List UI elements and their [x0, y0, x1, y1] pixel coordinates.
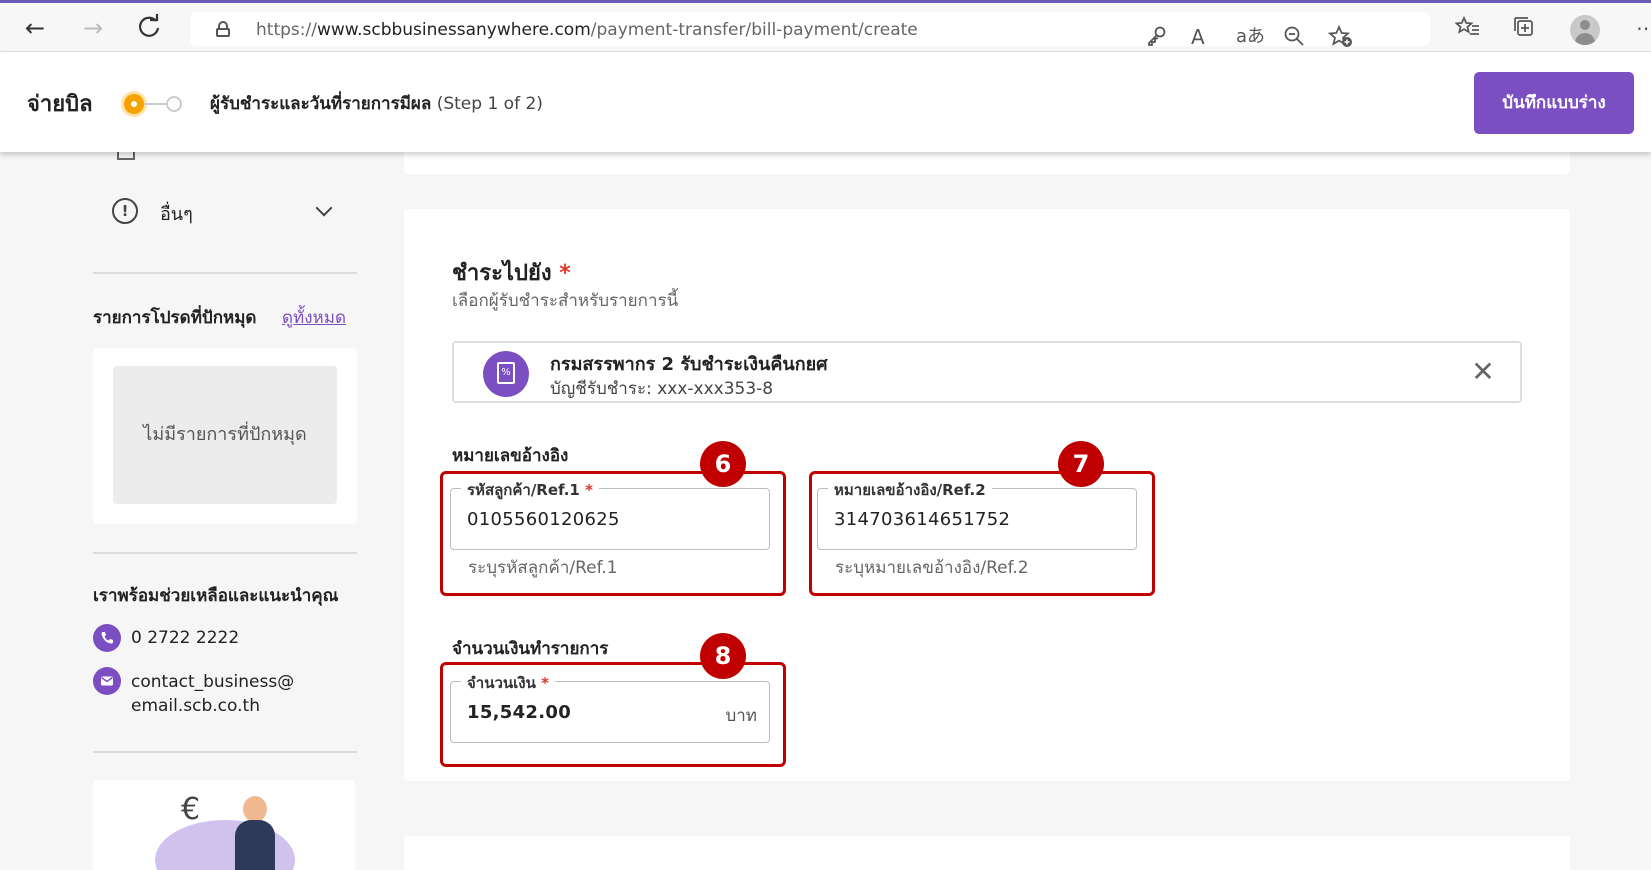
required-mark: * [559, 261, 571, 286]
refresh-icon[interactable] [134, 13, 164, 43]
email-address[interactable]: contact_business@ email.scb.co.th [131, 670, 294, 718]
amount-section-title: จำนวนเงินทำรายการ [452, 639, 609, 659]
step-label: ผู้รับชำระและวันที่รายการมีผล (Step 1 of… [210, 90, 543, 117]
url-scheme: https:// [256, 20, 317, 40]
chevron-down-icon[interactable] [315, 199, 333, 217]
sidebar-item-more[interactable]: ! อื่นๆ [112, 196, 360, 226]
receipt-icon: % [483, 351, 529, 397]
page-title: จ่ายบิล [27, 92, 93, 117]
pinned-card: ไม่มีรายการที่ปักหมุด [93, 348, 357, 524]
save-draft-button[interactable]: บันทึกแบบร่าง [1474, 72, 1634, 134]
annotation-badge-6: 6 [700, 441, 746, 487]
highlight-box-6 [440, 471, 786, 596]
email-line-1: contact_business@ [131, 672, 295, 692]
pinned-section-title: รายการโปรดที่ปักหมุด [93, 308, 257, 328]
person-head [243, 796, 267, 822]
person-illustration [235, 820, 275, 870]
favorite-add-icon[interactable] [1327, 24, 1354, 54]
help-title: เราพร้อมช่วยเหลือและแนะนำคุณ [93, 586, 339, 606]
pinned-empty-state: ไม่มีรายการที่ปักหมุด [113, 366, 337, 504]
pay-to-title-text: ชำระไปยัง [452, 261, 552, 286]
reference-section-title: หมายเลขอ้างอิง [452, 446, 569, 466]
step-count: (Step 1 of 2) [436, 94, 543, 114]
step-1-indicator [124, 94, 144, 114]
url-path: /payment-transfer/bill-payment/create [590, 20, 918, 40]
url-host: www.scbbusinessanywhere.com [316, 20, 591, 40]
next-section-card [404, 836, 1570, 870]
read-aloud-icon[interactable]: A [1191, 25, 1205, 49]
key-icon[interactable] [1146, 25, 1168, 52]
biller-account: บัญชีรับชำระ: xxx-xxx353-8 [550, 379, 774, 399]
zoom-out-icon[interactable] [1283, 25, 1305, 52]
lock-icon[interactable] [216, 21, 230, 37]
document-icon [117, 152, 135, 160]
annotation-badge-8: 8 [700, 633, 746, 679]
favorites-icon[interactable] [1454, 15, 1481, 43]
sidebar: ! อื่นๆ รายการโปรดที่ปักหมุด ดูทั้งหมด ไ… [0, 152, 380, 870]
info-icon: ! [112, 198, 138, 224]
annotation-badge-7: 7 [1058, 441, 1104, 487]
previous-section-card [404, 152, 1570, 174]
divider [93, 272, 357, 274]
highlight-box-7 [809, 471, 1155, 596]
progress-stepper [124, 94, 184, 114]
email-icon [93, 667, 121, 695]
address-bar[interactable]: https://www.scbbusinessanywhere.com/paym… [190, 12, 1430, 49]
step-2-indicator [166, 96, 182, 112]
promo-illustration-card: € [93, 780, 355, 870]
step-name: ผู้รับชำระและวันที่รายการมีผล [210, 94, 432, 114]
euro-icon: € [181, 792, 201, 827]
payment-details-card: ชำระไปยัง * เลือกผู้รับชำระสำหรับรายการน… [404, 209, 1570, 781]
phone-number[interactable]: 0 2722 2222 [131, 626, 239, 650]
pay-to-subtitle: เลือกผู้รับชำระสำหรับรายการนี้ [452, 291, 679, 311]
back-arrow-icon[interactable]: ← [20, 13, 50, 43]
page-body: ! อื่นๆ รายการโปรดที่ปักหมุด ดูทั้งหมด ไ… [0, 152, 1651, 870]
highlight-box-8 [440, 662, 786, 767]
view-all-link[interactable]: ดูทั้งหมด [282, 304, 346, 331]
step-connector [144, 103, 166, 105]
translate-icon[interactable]: aあ [1236, 25, 1265, 49]
profile-avatar-icon[interactable] [1570, 15, 1600, 45]
forward-arrow-icon[interactable]: → [78, 13, 108, 43]
divider [93, 751, 357, 753]
browser-toolbar: ← → https://www.scbbusinessanywhere.com/… [0, 0, 1651, 52]
divider [93, 552, 357, 554]
url-text: https://www.scbbusinessanywhere.com/paym… [256, 20, 918, 40]
biller-name: กรมสรรพากร 2 รับชำระเงินคืนกยศ [550, 354, 828, 375]
collections-icon[interactable] [1512, 16, 1536, 43]
close-icon[interactable]: ✕ [1468, 357, 1498, 387]
pay-to-title: ชำระไปยัง * [452, 255, 571, 290]
phone-icon [93, 624, 121, 652]
more-icon[interactable]: ⋯ [1636, 16, 1651, 40]
selected-biller[interactable]: % กรมสรรพากร 2 รับชำระเงินคืนกยศ บัญชีรั… [452, 341, 1522, 403]
email-line-2: email.scb.co.th [131, 696, 260, 716]
sidebar-item-label: อื่นๆ [160, 204, 193, 225]
app-header: จ่ายบิล ผู้รับชำระและวันที่รายการมีผล (S… [0, 52, 1651, 152]
